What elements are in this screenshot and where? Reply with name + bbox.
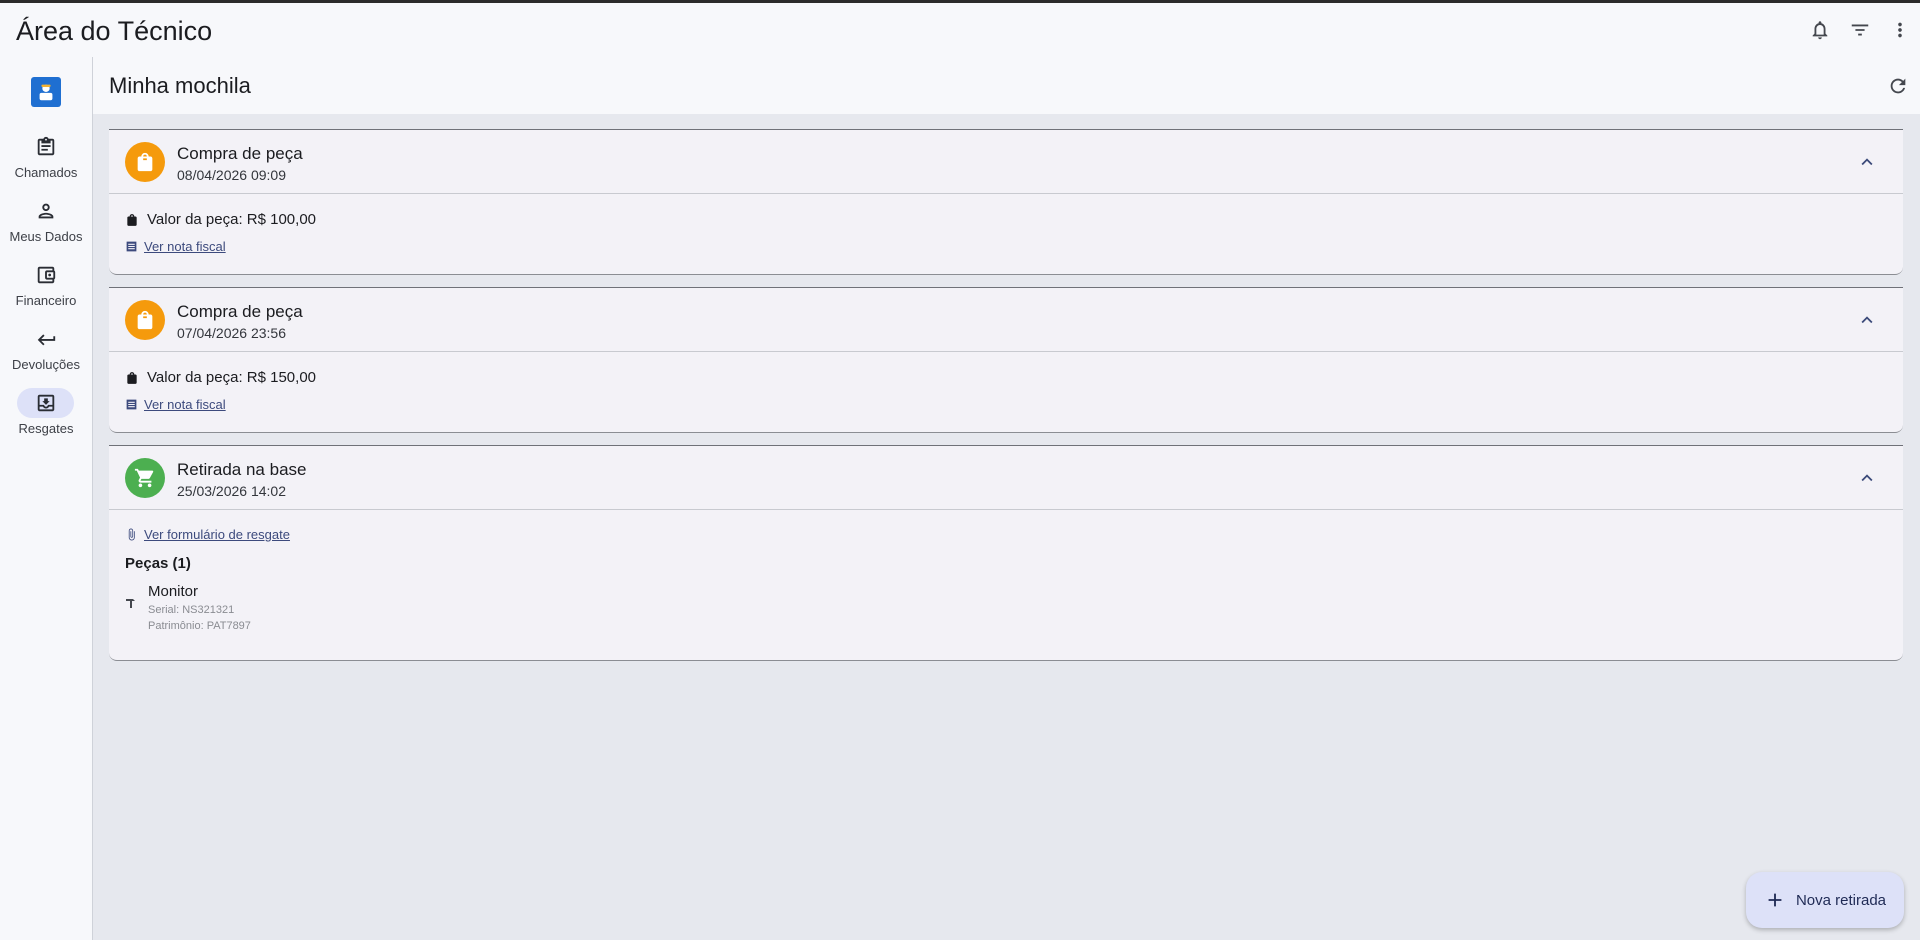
app-title: Área do Técnico <box>16 16 213 46</box>
shopping-bag-icon <box>125 300 165 340</box>
expansion-card: Retirada na base 25/03/2026 14:02 Ver fo… <box>109 445 1903 661</box>
bag-icon <box>127 213 137 226</box>
price-text: Valor da peça: R$ 100,00 <box>147 211 317 228</box>
price-row: Valor da peça: R$ 100,00 <box>125 211 316 228</box>
bag-icon <box>127 371 137 384</box>
new-pickup-button[interactable]: Nova retirada <box>1746 872 1904 928</box>
parts-title: Peças (1) <box>125 555 191 572</box>
navigation-rail: Chamados Meus Dados Financeiro Devoluçõe… <box>0 57 93 940</box>
rail-item-devolucoes[interactable]: Devoluções <box>0 324 92 386</box>
chevron-up-icon[interactable] <box>1855 308 1879 332</box>
page-title: Minha mochila <box>109 73 251 98</box>
paperclip-icon <box>128 528 135 541</box>
return-arrow-icon <box>17 324 74 354</box>
hammer-icon <box>125 596 137 608</box>
bell-icon[interactable] <box>1800 10 1840 50</box>
new-pickup-label: Nova retirada <box>1795 891 1887 909</box>
form-link-row: Ver formulário de resgate <box>125 527 290 542</box>
card-title: Retirada na base <box>177 460 307 479</box>
rail-label-resgates: Resgates <box>18 421 74 436</box>
part-patrimonio: Patrimônio: PAT7897 <box>148 620 251 632</box>
page-header: Minha mochila <box>93 57 1920 114</box>
card-header[interactable]: Compra de peça 07/04/2026 23:56 <box>109 288 1903 352</box>
chevron-up-icon[interactable] <box>1855 150 1879 174</box>
app-bar: Área do Técnico <box>0 3 1920 57</box>
wallet-icon <box>17 260 74 290</box>
card-title: Compra de peça <box>177 144 303 163</box>
rail-item-meus-dados[interactable]: Meus Dados <box>0 196 92 258</box>
price-row: Valor da peça: R$ 150,00 <box>125 369 316 386</box>
refresh-icon[interactable] <box>1878 66 1918 106</box>
receipt-icon <box>126 399 137 410</box>
main-content: Minha mochila Compra de peça 08/04/2026 … <box>93 57 1920 940</box>
cart-icon <box>125 458 165 498</box>
rail-item-chamados[interactable]: Chamados <box>0 132 92 194</box>
rail-label-meus-dados: Meus Dados <box>9 229 83 244</box>
card-date: 08/04/2026 09:09 <box>177 167 286 183</box>
filter-icon[interactable] <box>1840 10 1880 50</box>
invoice-link-row: Ver nota fiscal <box>125 397 226 412</box>
inbox-download-icon <box>17 388 74 418</box>
part-name: Monitor <box>148 583 199 600</box>
invoice-link-row: Ver nota fiscal <box>125 239 226 254</box>
card-title: Compra de peça <box>177 302 303 321</box>
shopping-bag-icon <box>125 142 165 182</box>
expansion-card: Compra de peça 07/04/2026 23:56 Valor da… <box>109 287 1903 433</box>
plus-icon <box>1768 893 1782 907</box>
view-invoice-link[interactable]: Ver nota fiscal <box>144 239 226 254</box>
clipboard-icon <box>17 132 74 162</box>
view-rescue-form-link[interactable]: Ver formulário de resgate <box>144 527 290 542</box>
person-icon <box>17 196 74 226</box>
card-header[interactable]: Compra de peça 08/04/2026 09:09 <box>109 130 1903 194</box>
app-bar-actions <box>1800 3 1920 57</box>
rail-item-financeiro[interactable]: Financeiro <box>0 260 92 322</box>
chevron-up-icon[interactable] <box>1855 466 1879 490</box>
rail-item-resgates[interactable]: Resgates <box>0 388 92 450</box>
rail-label-devolucoes: Devoluções <box>12 357 80 372</box>
more-vert-icon[interactable] <box>1880 10 1920 50</box>
receipt-icon <box>126 241 137 252</box>
view-invoice-link[interactable]: Ver nota fiscal <box>144 397 226 412</box>
card-header[interactable]: Retirada na base 25/03/2026 14:02 <box>109 446 1903 510</box>
card-date: 25/03/2026 14:02 <box>177 483 286 499</box>
card-date: 07/04/2026 23:56 <box>177 325 286 341</box>
technician-logo-icon <box>31 77 61 107</box>
expansion-card: Compra de peça 08/04/2026 09:09 Valor da… <box>109 129 1903 275</box>
rail-label-financeiro: Financeiro <box>15 293 77 308</box>
part-serial: Serial: NS321321 <box>148 604 235 616</box>
rail-label-chamados: Chamados <box>14 165 78 180</box>
price-text: Valor da peça: R$ 150,00 <box>147 369 317 386</box>
